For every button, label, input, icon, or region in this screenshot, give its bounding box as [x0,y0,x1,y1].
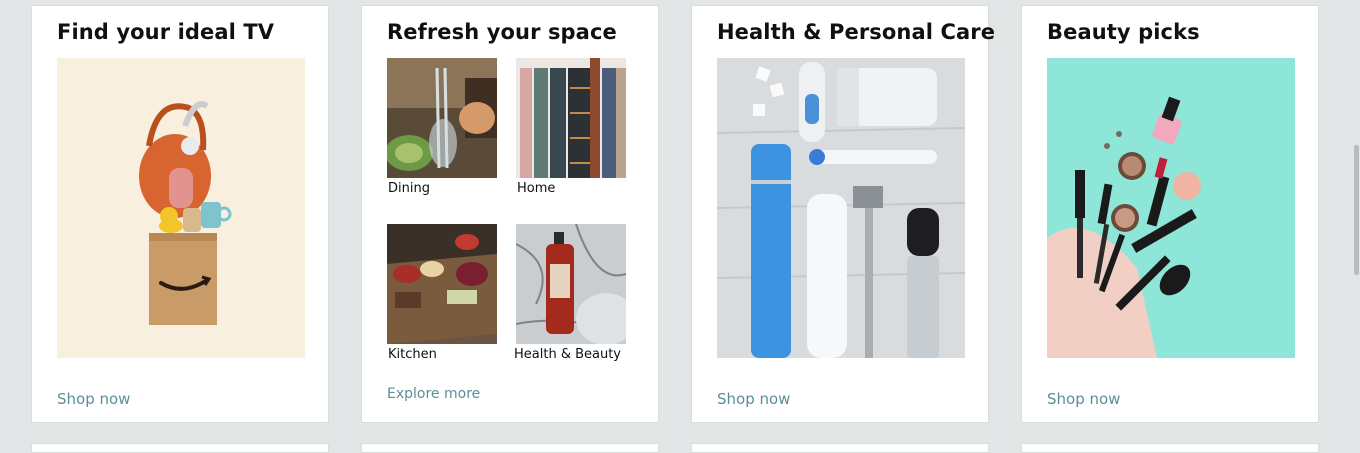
card-title: Refresh your space [387,20,617,44]
tile-dining[interactable]: Dining [387,58,497,196]
makeup-flatlay [1047,58,1295,358]
tile-home[interactable]: Home [516,58,626,196]
health-beauty-image [516,224,626,344]
beauty-picks-image[interactable] [1047,58,1295,358]
tile-kitchen[interactable]: Kitchen [387,224,497,362]
dining-image [387,58,497,178]
health-personal-care-image[interactable] [717,58,965,358]
card-health-personal-care: Health & Personal Care Shop now [691,5,995,423]
tile-label: Home [517,181,556,196]
shop-now-link[interactable]: Shop now [717,390,790,408]
card-refresh-space: Refresh your space Dining Home Kitchen H… [361,5,659,423]
next-row-card [691,443,989,453]
next-row-card [361,443,659,453]
card-title: Find your ideal TV [57,20,275,44]
card-beauty-picks: Beauty picks Shop now [1021,5,1319,423]
scrollbar-thumb[interactable] [1354,145,1359,275]
ideal-tv-image[interactable] [57,58,305,358]
card-ideal-tv: Find your ideal TV Shop now [31,5,329,423]
tile-label: Kitchen [388,347,437,362]
card-title: Beauty picks [1047,20,1200,44]
explore-more-link[interactable]: Explore more [387,386,480,402]
amazon-box-illustration [57,58,305,358]
shop-now-link[interactable]: Shop now [57,390,130,408]
next-row-card [31,443,329,453]
tile-label: Dining [388,181,430,196]
home-image [516,58,626,178]
shop-now-link[interactable]: Shop now [1047,390,1120,408]
tile-label: Health & Beauty [514,347,622,362]
tile-health-beauty[interactable]: Health & Beauty [514,224,626,362]
scrollbar-track[interactable] [1351,0,1360,447]
card-title: Health & Personal Care [717,20,996,44]
personal-care-flatlay [717,58,965,358]
kitchen-image [387,224,497,344]
next-row-card [1021,443,1319,453]
